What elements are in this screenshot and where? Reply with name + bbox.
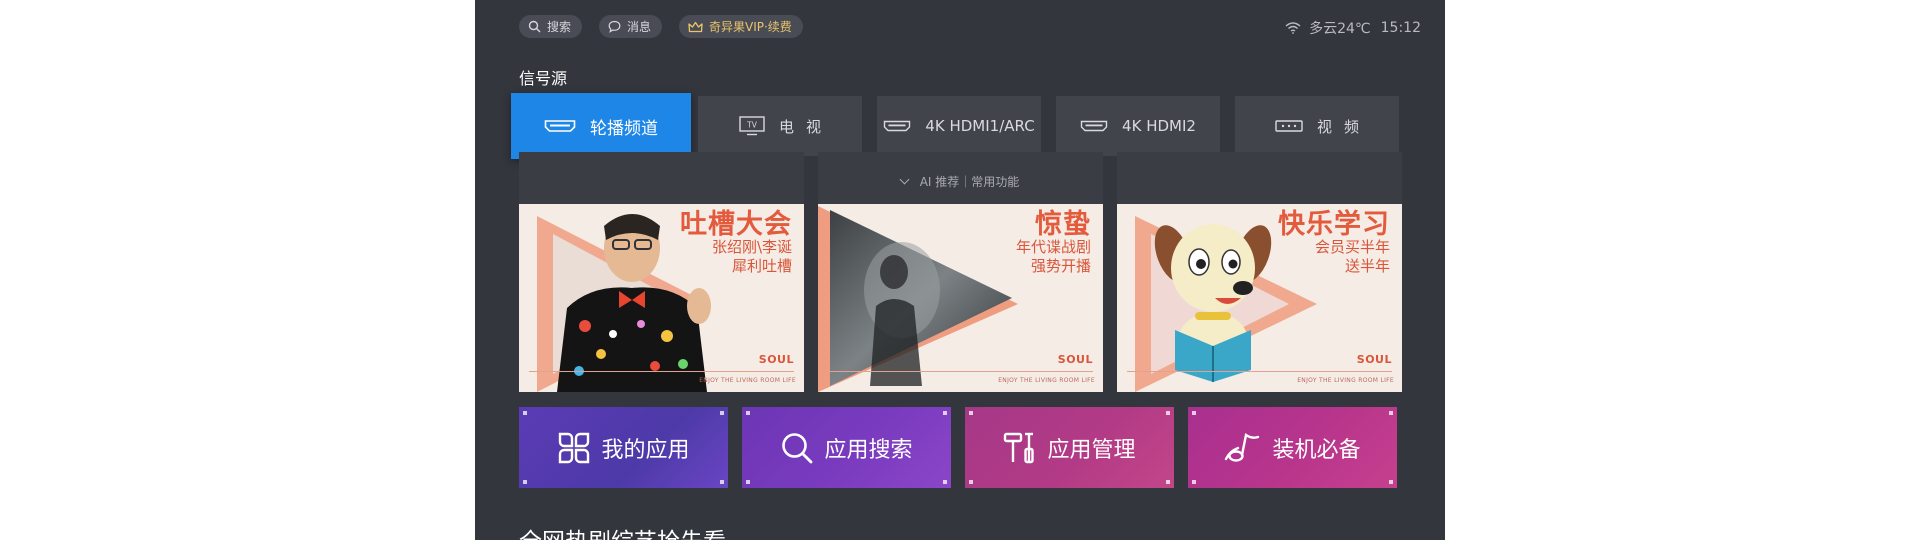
tab-video[interactable]: 视频: [1235, 96, 1399, 156]
tab-hdmi2[interactable]: 4K HDMI2: [1056, 96, 1220, 156]
card-divider: [828, 371, 1093, 372]
cartoon-dog-image: [1154, 224, 1272, 382]
essential-apps-tile[interactable]: 装机必备: [1188, 407, 1397, 488]
crown-icon: [688, 21, 703, 32]
tab-carousel-channel[interactable]: 轮播频道: [511, 93, 691, 159]
card-brand: SOUL: [1356, 353, 1392, 366]
vip-label: 奇异果VIP·续费: [709, 20, 792, 34]
tab-label: 4K HDMI2: [1122, 117, 1196, 135]
my-apps-tile[interactable]: 我的应用: [519, 407, 728, 488]
hot-section-title: 全网热剧综艺抢先看: [519, 522, 726, 540]
card-title: 惊蛰: [1035, 209, 1091, 240]
hdmi-icon: [884, 120, 911, 132]
status-area: 多云24℃ 15:12: [1285, 18, 1421, 38]
card-divider: [529, 371, 794, 372]
tab-hdmi1-arc[interactable]: 4K HDMI1/ARC: [877, 96, 1041, 156]
card-title: 快乐学习: [1278, 209, 1390, 240]
search-icon: [782, 432, 813, 463]
search-pill[interactable]: 搜索: [519, 15, 583, 38]
card-title: 吐槽大会: [680, 209, 792, 240]
ai-recommend-label: AI 推荐｜常用功能: [919, 175, 1020, 189]
music-note-icon: [1225, 432, 1260, 462]
card-divider: [1127, 371, 1392, 372]
tile-label: 应用搜索: [824, 437, 913, 463]
drama-still-image: [830, 210, 1012, 386]
tile-label: 装机必备: [1272, 437, 1361, 463]
apps-grid-icon: [559, 432, 590, 463]
svg-text:TV: TV: [746, 121, 758, 130]
search-label: 搜索: [547, 20, 572, 34]
card-slogan: ENJOY THE LIVING ROOM LIFE: [699, 377, 796, 384]
search-icon: [528, 20, 541, 33]
card-slogan: ENJOY THE LIVING ROOM LIFE: [998, 377, 1095, 384]
tab-label: 4K HDMI1/ARC: [925, 117, 1035, 135]
clock-time: 15:12: [1380, 20, 1421, 36]
hdmi-icon: [544, 120, 576, 132]
wifi-icon: [1285, 22, 1301, 34]
tools-icon: [1004, 432, 1035, 463]
card-brand: SOUL: [1057, 353, 1093, 366]
app-search-tile[interactable]: 应用搜索: [742, 407, 951, 488]
message-bubble-icon: [608, 20, 621, 33]
tile-label: 应用管理: [1047, 437, 1136, 463]
tab-label: 电视: [778, 117, 833, 136]
ai-recommend-bar[interactable]: AI 推荐｜常用功能: [475, 173, 1445, 190]
messages-pill[interactable]: 消息: [599, 15, 663, 38]
tv-home-screen: 搜索 消息 奇异果VIP·续费 多云24℃ 15:12 信号源 轮播频道 TV …: [475, 0, 1445, 540]
card-subtitle: 张绍刚\李诞 犀利吐槽: [711, 238, 792, 275]
tile-label: 我的应用: [601, 437, 690, 463]
tab-tv[interactable]: TV 电视: [698, 96, 862, 156]
chevron-down-icon: [899, 174, 910, 185]
card-slogan: ENJOY THE LIVING ROOM LIFE: [1297, 377, 1394, 384]
tab-label: 轮播频道: [590, 118, 658, 139]
app-manage-tile[interactable]: 应用管理: [965, 407, 1174, 488]
tab-label: 视频: [1316, 117, 1371, 136]
video-icon: [1275, 120, 1303, 132]
hdmi-icon: [1080, 120, 1108, 132]
weather-text: 多云24℃: [1309, 21, 1371, 37]
vip-renew-pill[interactable]: 奇异果VIP·续费: [679, 15, 803, 38]
card-brand: SOUL: [758, 353, 794, 366]
messages-label: 消息: [627, 20, 652, 34]
card-subtitle: 年代谍战剧 强势开播: [1015, 238, 1091, 275]
signal-source-title: 信号源: [519, 69, 568, 88]
tv-icon: TV: [739, 116, 765, 136]
card-subtitle: 会员买半年 送半年: [1314, 238, 1390, 275]
